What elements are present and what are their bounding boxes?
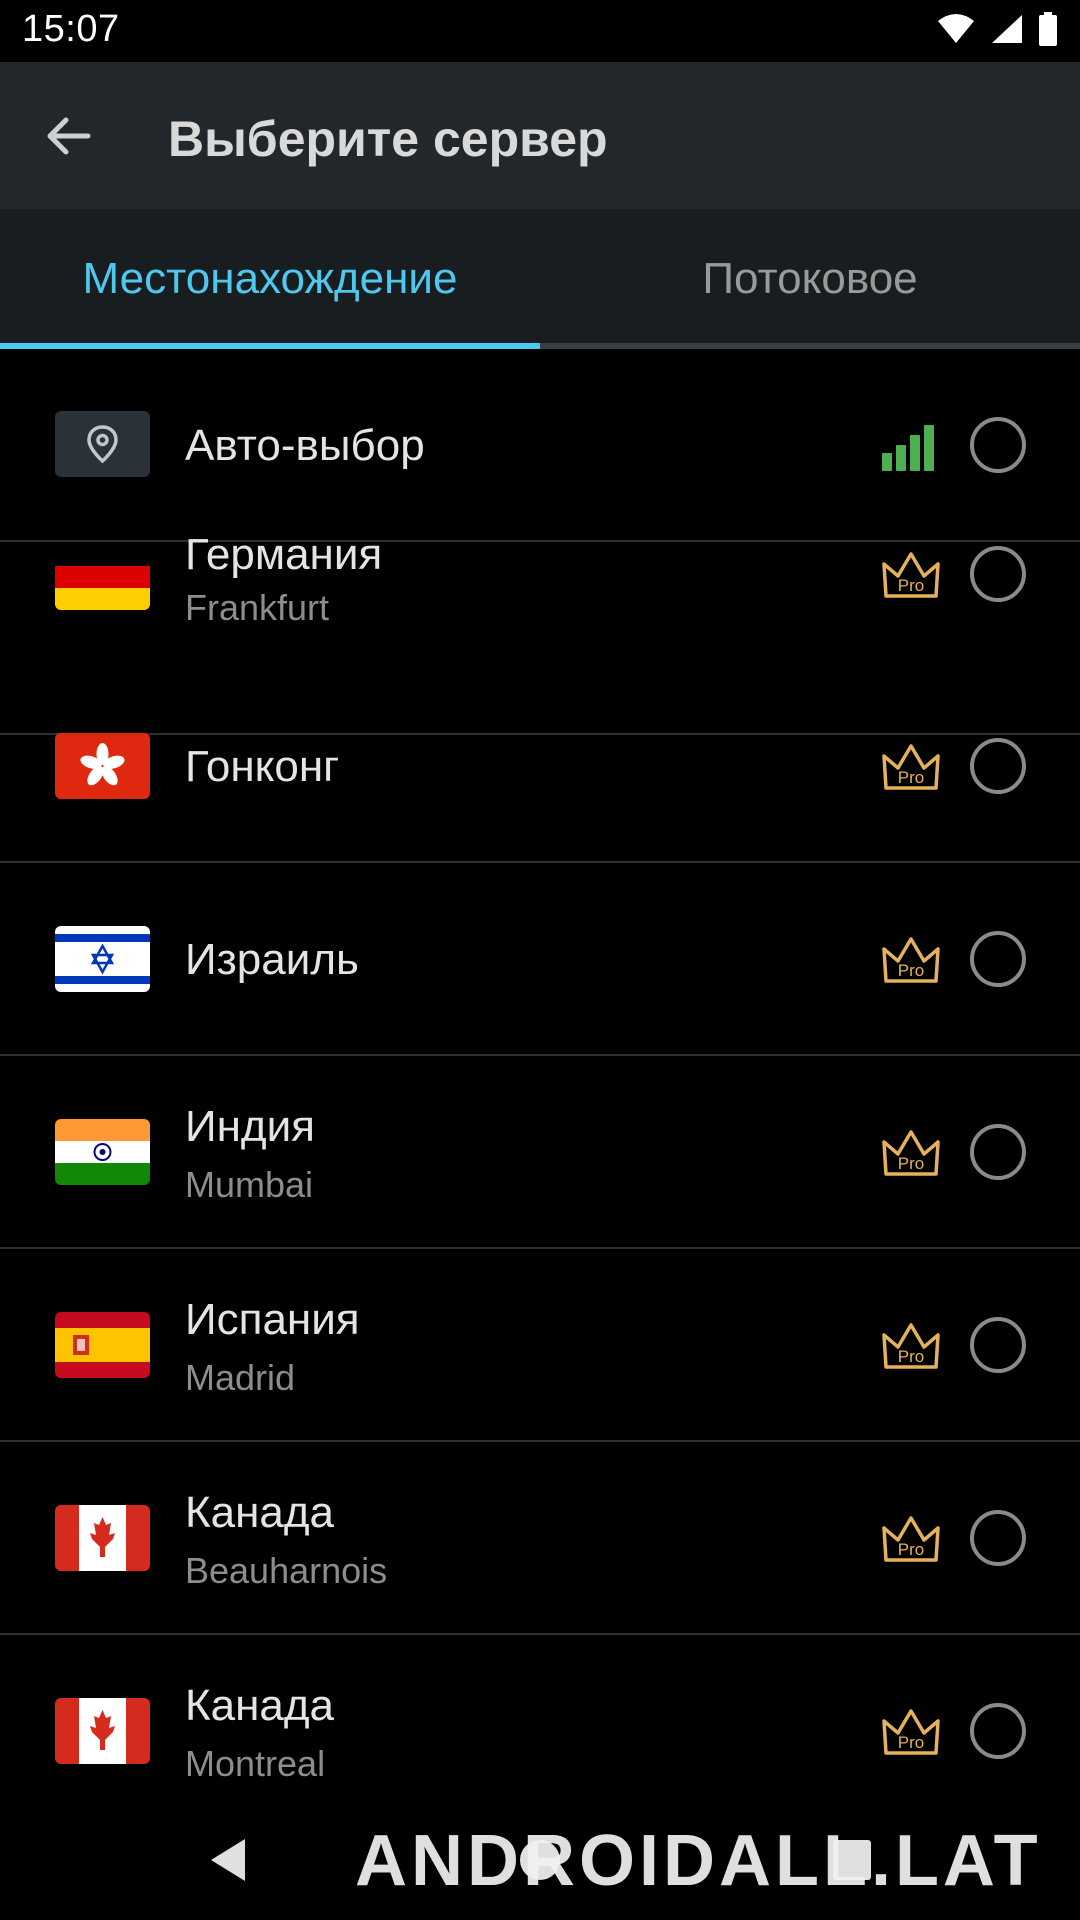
battery-icon (1039, 12, 1057, 46)
germany-flag (55, 544, 150, 610)
server-country: Израиль (185, 935, 359, 984)
india-flag (55, 1119, 150, 1185)
signal-bars-icon (882, 425, 934, 471)
server-row-spain[interactable]: Испания Madrid Pro (0, 1249, 1080, 1442)
auto-select-row[interactable]: Авто-выбор (0, 349, 1080, 542)
pro-crown-icon: Pro (882, 1516, 940, 1562)
page-title: Выберите сервер (168, 111, 608, 167)
pro-crown-icon: Pro (882, 1323, 940, 1369)
back-button[interactable] (28, 100, 108, 172)
server-city: Mumbai (185, 1164, 314, 1205)
server-row-hong-kong[interactable]: Гонконг Pro (0, 670, 1080, 863)
tab-location[interactable]: Местонахождение (0, 209, 540, 349)
server-radio[interactable] (970, 931, 1026, 987)
server-radio[interactable] (970, 546, 1026, 602)
server-row-india[interactable]: Индия Mumbai Pro (0, 1056, 1080, 1249)
tab-bar: Местонахождение Потоковое (0, 209, 1080, 349)
server-country: Испания (185, 1295, 360, 1344)
server-country: Германия (185, 530, 383, 579)
pro-crown-icon: Pro (882, 744, 940, 790)
svg-text:Pro: Pro (898, 1154, 924, 1173)
pro-crown-icon: Pro (882, 1130, 940, 1176)
canada-flag (55, 1698, 150, 1764)
pro-crown-icon: Pro (882, 937, 940, 983)
server-city: Madrid (185, 1357, 296, 1398)
status-bar: 15:07 (0, 0, 1080, 62)
svg-text:Pro: Pro (898, 1540, 924, 1559)
server-city: Beauharnois (185, 1550, 388, 1591)
watermark: ANDROIDALL.LAT (355, 1821, 1042, 1901)
server-country: Канада (185, 1488, 335, 1537)
status-time: 15:07 (22, 8, 120, 50)
pro-crown-icon: Pro (882, 1709, 940, 1755)
server-city: Frankfurt (185, 587, 330, 628)
server-country: Гонконг (185, 742, 340, 791)
server-row-israel[interactable]: Израиль Pro (0, 863, 1080, 1056)
server-radio[interactable] (970, 1317, 1026, 1373)
location-pin-icon (55, 411, 150, 477)
svg-text:Pro: Pro (898, 961, 924, 980)
signal-icon (992, 15, 1022, 43)
svg-text:Pro: Pro (898, 576, 924, 595)
tab-streaming[interactable]: Потоковое (540, 209, 1080, 349)
auto-select-radio[interactable] (970, 417, 1026, 473)
status-icons (936, 12, 1058, 46)
svg-text:Pro: Pro (898, 1347, 924, 1366)
server-row-canada-montreal[interactable]: Канада Montreal Pro (0, 1635, 1080, 1799)
wifi-icon (938, 14, 974, 43)
server-city: Montreal (185, 1743, 326, 1784)
server-radio[interactable] (970, 1510, 1026, 1566)
app-bar: Выберите сервер (0, 62, 1080, 209)
svg-text:Pro: Pro (898, 768, 924, 787)
israel-flag (55, 926, 150, 992)
server-country: Канада (185, 1681, 335, 1730)
spain-flag (55, 1312, 150, 1378)
server-list[interactable]: Авто-выбор Германия Frankfurt Pro Гонкон… (0, 349, 1080, 1799)
server-radio[interactable] (970, 738, 1026, 794)
nav-back-icon[interactable] (205, 1835, 251, 1885)
server-radio[interactable] (970, 1703, 1026, 1759)
canada-flag (55, 1505, 150, 1571)
hong-kong-flag (55, 733, 150, 799)
auto-select-label: Авто-выбор (185, 421, 425, 470)
svg-text:Pro: Pro (898, 1733, 924, 1752)
back-arrow-icon (47, 117, 91, 155)
server-row-canada-beauharnois[interactable]: Канада Beauharnois Pro (0, 1442, 1080, 1635)
server-country: Индия (185, 1102, 316, 1151)
server-radio[interactable] (970, 1124, 1026, 1180)
pro-crown-icon: Pro (882, 552, 940, 598)
